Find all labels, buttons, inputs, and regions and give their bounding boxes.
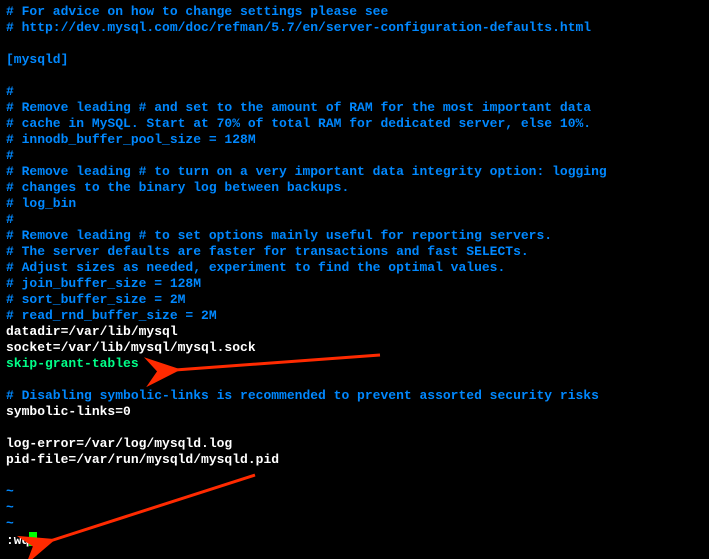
comment-line: # Remove leading # and set to the amount… bbox=[6, 100, 591, 115]
comment-line: # Disabling symbolic-links is recommende… bbox=[6, 388, 599, 403]
comment-line: # join_buffer_size = 128M bbox=[6, 276, 201, 291]
comment-line: # sort_buffer_size = 2M bbox=[6, 292, 185, 307]
comment-line: # bbox=[6, 148, 14, 163]
comment-line: # innodb_buffer_pool_size = 128M bbox=[6, 132, 256, 147]
comment-line: # log_bin bbox=[6, 196, 76, 211]
vim-command-text: :wq bbox=[6, 533, 29, 548]
comment-line: # bbox=[6, 212, 14, 227]
empty-line-tilde: ~ bbox=[6, 516, 14, 531]
section-header: [mysqld] bbox=[6, 52, 68, 67]
empty-line-tilde: ~ bbox=[6, 484, 14, 499]
vim-command-line[interactable]: :wq bbox=[6, 533, 37, 548]
config-pid-file: pid-file=/var/run/mysqld/mysqld.pid bbox=[6, 452, 279, 467]
comment-line: # bbox=[6, 84, 14, 99]
config-log-error: log-error=/var/log/mysqld.log bbox=[6, 436, 232, 451]
comment-line: # For advice on how to change settings p… bbox=[6, 4, 388, 19]
config-skip-grant-tables: skip-grant-tables bbox=[6, 356, 139, 371]
editor-content[interactable]: # For advice on how to change settings p… bbox=[6, 4, 703, 549]
comment-line: # Remove leading # to turn on a very imp… bbox=[6, 164, 607, 179]
comment-line: # http://dev.mysql.com/doc/refman/5.7/en… bbox=[6, 20, 591, 35]
config-symbolic-links: symbolic-links=0 bbox=[6, 404, 131, 419]
comment-line: # changes to the binary log between back… bbox=[6, 180, 349, 195]
comment-line: # The server defaults are faster for tra… bbox=[6, 244, 529, 259]
comment-line: # cache in MySQL. Start at 70% of total … bbox=[6, 116, 591, 131]
comment-line: # read_rnd_buffer_size = 2M bbox=[6, 308, 217, 323]
comment-line: # Adjust sizes as needed, experiment to … bbox=[6, 260, 505, 275]
config-socket: socket=/var/lib/mysql/mysql.sock bbox=[6, 340, 256, 355]
comment-line: # Remove leading # to set options mainly… bbox=[6, 228, 552, 243]
cursor-block bbox=[29, 532, 37, 546]
config-datadir: datadir=/var/lib/mysql bbox=[6, 324, 178, 339]
empty-line-tilde: ~ bbox=[6, 500, 14, 515]
